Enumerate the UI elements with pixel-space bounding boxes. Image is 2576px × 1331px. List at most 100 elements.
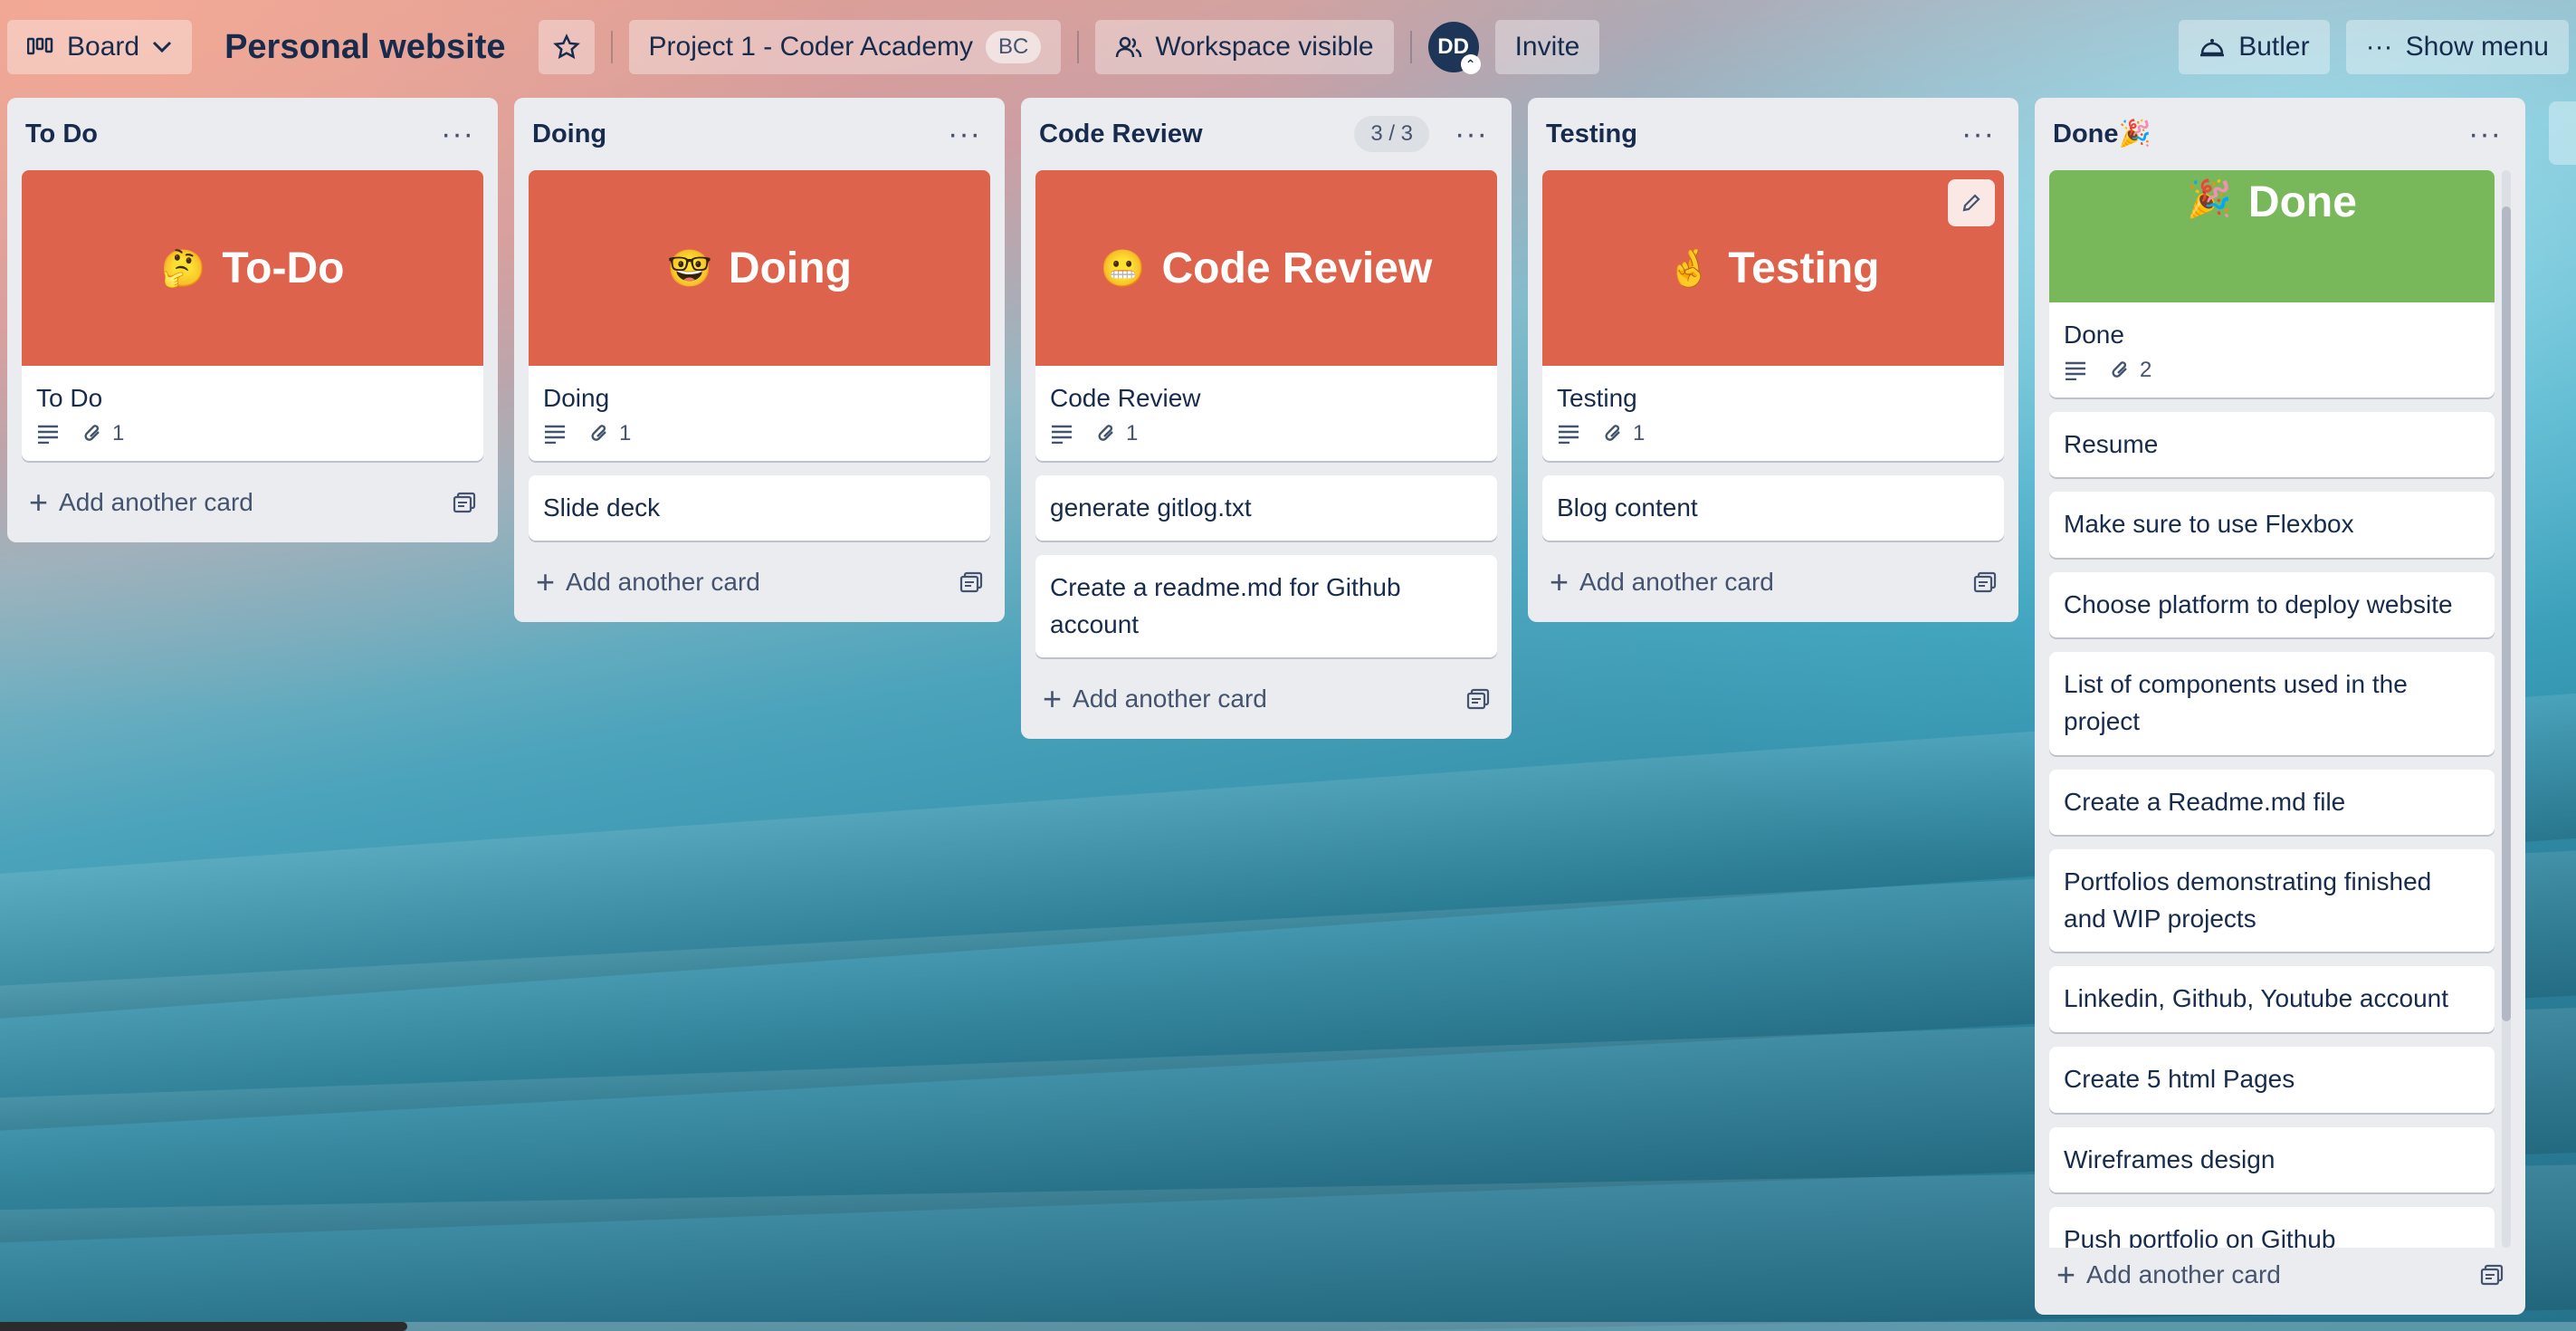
list-title[interactable]: Testing (1546, 120, 1956, 149)
description-icon (2064, 360, 2087, 380)
list-item[interactable]: Slide deck (529, 474, 990, 541)
list-menu-icon[interactable]: ··· (435, 119, 480, 149)
template-icon[interactable] (959, 571, 983, 593)
more-dots-icon: ··· (2365, 32, 2393, 62)
list-title[interactable]: To Do (25, 120, 435, 149)
list-menu-icon[interactable]: ··· (942, 119, 987, 149)
card-badges: 1 (1035, 421, 1497, 461)
list-item[interactable]: generate gitlog.txt (1035, 474, 1497, 541)
list-item[interactable]: Make sure to use Flexbox (2049, 492, 2495, 558)
attachment-count: 1 (619, 420, 632, 445)
paperclip-icon (590, 423, 610, 445)
attachment-badge: 1 (1097, 421, 1138, 446)
list-item[interactable]: Push portfolio on Github (2049, 1207, 2495, 1248)
attachment-badge: 1 (590, 421, 631, 446)
list-title[interactable]: Done🎉 (2053, 119, 2463, 149)
template-icon[interactable] (453, 492, 476, 513)
star-icon (552, 34, 580, 61)
template-icon[interactable] (1973, 571, 1997, 593)
list-item[interactable]: 🤔 To-Do To Do 1 (22, 170, 483, 461)
add-list-stub[interactable] (2549, 101, 2576, 165)
list-menu-icon[interactable]: ··· (2463, 119, 2507, 149)
card-title: Portfolios demonstrating finished and WI… (2064, 867, 2432, 933)
list-item[interactable]: Choose platform to deploy website (2049, 571, 2495, 638)
card-cover: 🤞 Testing (1542, 170, 2004, 366)
workspace-badge: BC (986, 31, 1042, 63)
horizontal-scrollbar-thumb[interactable] (0, 1322, 407, 1331)
template-icon[interactable] (1466, 688, 1490, 710)
member-avatar[interactable]: DD ⌃ (1427, 22, 1481, 74)
card-title: Choose platform to deploy website (2064, 589, 2453, 618)
list-scrollbar-thumb[interactable] (2502, 206, 2511, 1021)
list-item[interactable]: 🎉 Done Done 2 (2049, 170, 2495, 397)
butler-button[interactable]: Butler (2179, 20, 2330, 74)
list-title[interactable]: Code Review (1039, 120, 1354, 149)
card-cover: 🤔 To-Do (22, 170, 483, 366)
party-popper-emoji-icon: 🎉 (2187, 179, 2232, 219)
list-item[interactable]: Create a readme.md for Github account (1035, 555, 1497, 658)
admin-chevron-icon: ⌃ (1460, 54, 1481, 74)
card-title: Push portfolio on Github (2064, 1225, 2336, 1248)
add-card-button[interactable]: + Add another card (22, 475, 483, 530)
plus-icon: + (2056, 1256, 2076, 1293)
list-item[interactable]: Resume (2049, 411, 2495, 478)
add-card-button[interactable]: + Add another card (1035, 672, 1497, 726)
list-item[interactable]: Create 5 html Pages (2049, 1046, 2495, 1113)
list-menu-icon[interactable]: ··· (1449, 119, 1493, 149)
invite-label: Invite (1514, 32, 1580, 62)
card-cover: 😬 Code Review (1035, 170, 1497, 366)
card-title: Doing (543, 384, 610, 412)
attachment-badge: 1 (1604, 421, 1645, 446)
list-item[interactable]: Portfolios demonstrating finished and WI… (2049, 849, 2495, 953)
add-card-button[interactable]: + Add another card (529, 555, 990, 609)
board-title[interactable]: Personal website (208, 28, 521, 67)
list-header: Code Review 3 / 3 ··· (1035, 98, 1497, 170)
list-code-review: Code Review 3 / 3 ··· 😬 Code Review Code… (1021, 98, 1512, 740)
list-item[interactable]: Wireframes design (2049, 1126, 2495, 1193)
list-doing: Doing ··· 🤓 Doing Doing 1 Slide deck + A… (514, 98, 1005, 623)
card-title: Create a readme.md for Github account (1050, 573, 1401, 638)
cover-text: Testing (1728, 244, 1880, 292)
list-cards-scroll[interactable]: 🎉 Done Done 2 Resume Make sure to use Fl… (2049, 170, 2511, 1248)
attachment-count: 2 (2140, 357, 2152, 382)
plus-icon: + (29, 483, 49, 521)
show-menu-button[interactable]: ··· Show menu (2345, 20, 2569, 74)
list-item[interactable]: 😬 Code Review Code Review 1 (1035, 170, 1497, 461)
list-title[interactable]: Doing (532, 120, 942, 149)
add-card-button[interactable]: + Add another card (1542, 555, 2004, 609)
card-title: Wireframes design (2064, 1144, 2275, 1173)
list-item[interactable]: 🤞 Testing Testing 1 (1542, 170, 2004, 461)
view-switcher-button[interactable]: Board (7, 20, 193, 74)
people-icon (1115, 35, 1142, 59)
card-title: Resume (2064, 429, 2159, 458)
description-icon (1557, 424, 1580, 444)
add-card-button[interactable]: + Add another card (2049, 1248, 2511, 1302)
view-label: Board (67, 32, 140, 62)
invite-button[interactable]: Invite (1494, 20, 1600, 74)
list-item[interactable]: Create a Readme.md file (2049, 769, 2495, 836)
list-item[interactable]: Linkedin, Github, Youtube account (2049, 966, 2495, 1032)
visibility-button[interactable]: Workspace visible (1095, 20, 1394, 74)
edit-card-button[interactable] (1948, 179, 1995, 226)
card-cover: 🎉 Done (2049, 170, 2495, 302)
card-badges: 1 (1542, 421, 2004, 461)
list-item[interactable]: List of components used in the project (2049, 652, 2495, 755)
card-title: Create 5 html Pages (2064, 1064, 2295, 1093)
cover-text: To-Do (222, 244, 345, 292)
star-button[interactable] (538, 20, 595, 74)
list-item[interactable]: 🤓 Doing Doing 1 (529, 170, 990, 461)
header-divider (1409, 31, 1412, 63)
board-header: Board Personal website Project 1 - Coder… (0, 0, 2576, 94)
list-menu-icon[interactable]: ··· (1956, 119, 2000, 149)
list-header: Done🎉 ··· (2049, 98, 2511, 170)
chevron-down-icon (152, 41, 172, 53)
plus-icon: + (1550, 563, 1569, 601)
nerd-emoji-icon: 🤓 (667, 248, 712, 289)
add-card-label: Add another card (1073, 685, 1267, 713)
card-title: Create a Readme.md file (2064, 787, 2346, 816)
template-icon[interactable] (2480, 1264, 2504, 1286)
workspace-button[interactable]: Project 1 - Coder Academy BC (628, 20, 1062, 74)
paperclip-icon (83, 423, 103, 445)
add-card-label: Add another card (2086, 1260, 2281, 1288)
list-item[interactable]: Blog content (1542, 474, 2004, 541)
